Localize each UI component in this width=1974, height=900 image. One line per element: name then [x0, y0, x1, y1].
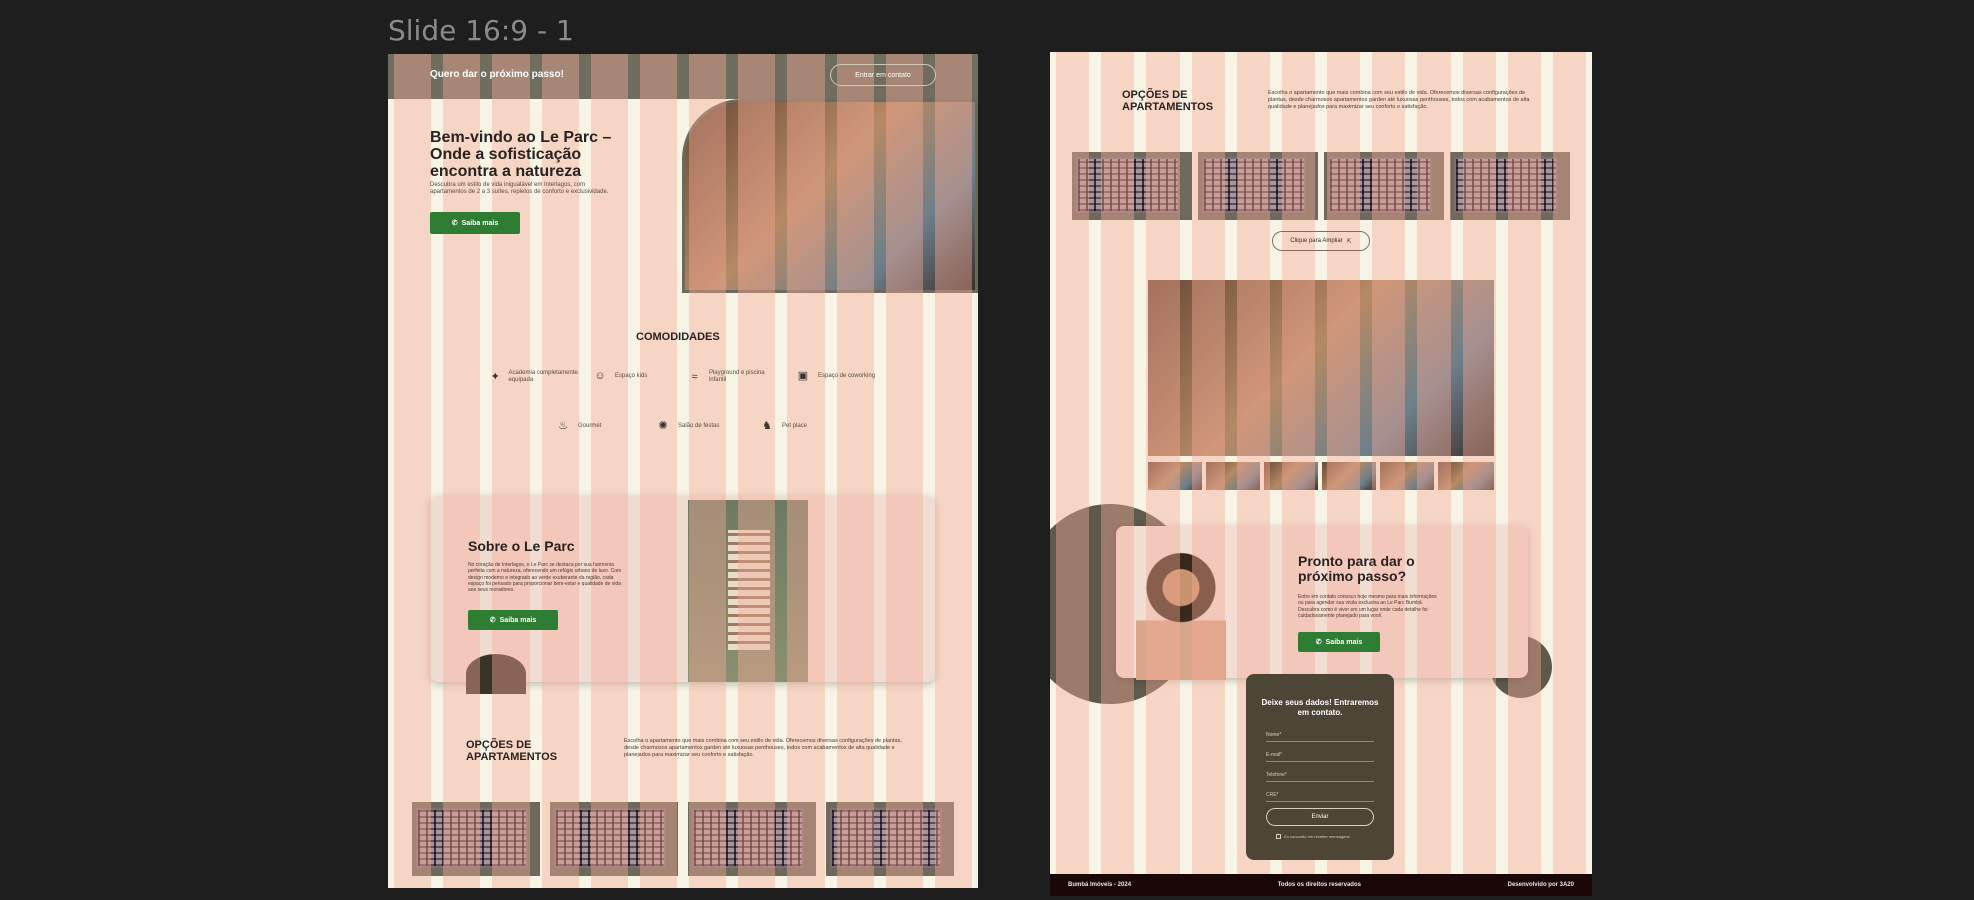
floorplan-card[interactable]: [1072, 152, 1192, 220]
about-title: Sobre o Le Parc: [468, 538, 575, 554]
amenity-label: Gourmet: [578, 423, 602, 429]
hero-text: Descubra um estilo de vida inigualável e…: [430, 182, 609, 196]
amenity-kids: ☺ Espaço kids: [593, 370, 663, 383]
name-field[interactable]: Nome*: [1266, 726, 1374, 742]
options-text: Escolha o apartamento que mais combina c…: [624, 738, 902, 759]
leaf-decoration: [466, 654, 526, 694]
zoom-button-label: Clique para Ampliar: [1290, 238, 1343, 244]
floorplan-card[interactable]: [550, 802, 678, 876]
gallery-thumb[interactable]: [1438, 462, 1494, 490]
hero-heading: Bem-vindo ao Le Parc – Onde a sofisticaç…: [430, 129, 612, 180]
pet-icon: ♞: [762, 420, 772, 432]
consent-checkbox[interactable]: Eu concordo em receber mensagens: [1276, 834, 1350, 839]
hero-lounge-image: [682, 99, 978, 293]
checkbox-icon: [1276, 834, 1281, 839]
artboard-landing-bottom[interactable]: OPÇÕES DE APARTAMENTOS Escolha o apartam…: [1050, 52, 1592, 896]
gallery-thumb[interactable]: [1148, 462, 1202, 490]
footer-center: Todos os direitos reservados: [1277, 882, 1361, 888]
about-text: No coração de Interlagos, o Le Parc se d…: [468, 562, 622, 593]
hero-button-label: Saiba mais: [461, 219, 499, 227]
options-title: OPÇÕES DE APARTAMENTOS: [1122, 89, 1214, 113]
building-graphic: [728, 530, 770, 650]
amenity-label: Espaço de coworking: [818, 373, 876, 379]
consent-label: Eu concordo em receber mensagens: [1284, 834, 1350, 839]
artboard-landing-top[interactable]: Quero dar o próximo passo! Entrar em con…: [388, 54, 978, 888]
kids-icon: ☺: [594, 370, 606, 382]
next-step-saiba-mais-button[interactable]: ✆ Saiba mais: [1298, 632, 1380, 652]
dumbbell-icon: ✦: [490, 370, 500, 383]
gallery-thumb[interactable]: [1322, 462, 1376, 490]
amenity-coworking: ▣ Espaço de coworking: [796, 370, 886, 383]
woman-portrait: [1136, 548, 1226, 680]
about-saiba-mais-button[interactable]: ✆ Saiba mais: [468, 610, 558, 630]
floorplan-card[interactable]: [688, 802, 816, 876]
floorplan-card[interactable]: [412, 802, 540, 876]
next-step-title: Pronto para dar o próximo passo?: [1298, 553, 1415, 585]
whatsapp-icon: ✆: [451, 220, 458, 227]
next-step-text: Entre em contato conosco hoje mesmo para…: [1298, 594, 1437, 619]
gallery-thumb[interactable]: [1264, 462, 1318, 490]
topbar-title: Quero dar o próximo passo!: [430, 69, 564, 80]
amenity-label: Academia completamente equipada: [508, 370, 578, 384]
gallery-thumb[interactable]: [1380, 462, 1434, 490]
email-field[interactable]: E-mail*: [1266, 746, 1374, 762]
cre-field[interactable]: CRE*: [1266, 786, 1374, 802]
amenity-label: Salão de festas: [678, 423, 720, 429]
pool-icon: ≈: [691, 370, 698, 383]
options-title: OPÇÕES DE APARTAMENTOS: [466, 739, 558, 763]
whatsapp-icon: ✆: [1315, 639, 1322, 646]
about-building-image: [688, 500, 808, 682]
party-icon: ✺: [658, 420, 668, 432]
footer: Bumbá Imóveis - 2024 Todos os direitos r…: [1050, 874, 1592, 896]
submit-button[interactable]: Enviar: [1266, 808, 1374, 826]
amenity-playground: ≈ Playground e piscina infantil: [688, 370, 778, 384]
phone-field[interactable]: Telefone*: [1266, 766, 1374, 782]
briefcase-icon: ▣: [797, 370, 809, 382]
amenity-label: Espaço kids: [615, 373, 648, 379]
amenity-gourmet: ♨ Gourmet: [556, 420, 626, 433]
zoom-button[interactable]: Clique para Ampliar ⇱: [1272, 231, 1370, 251]
floorplan-card[interactable]: [826, 802, 954, 876]
options-text: Escolha o apartamento que mais combina c…: [1268, 90, 1530, 111]
contact-button[interactable]: Entrar em contato: [830, 64, 936, 86]
footer-right: Desenvolvido por 3A20: [1507, 882, 1574, 888]
amenity-party: ✺ Salão de festas: [656, 420, 726, 433]
hero-saiba-mais-button[interactable]: ✆ Saiba mais: [430, 212, 520, 234]
footer-left: Bumbá Imóveis - 2024: [1068, 882, 1132, 888]
frame-label[interactable]: Slide 16:9 - 1: [388, 14, 574, 47]
floorplan-card[interactable]: [1450, 152, 1570, 220]
amenity-label: Pet place: [782, 423, 808, 429]
amenity-gym: ✦ Academia completamente equipada: [490, 370, 580, 384]
about-button-label: Saiba mais: [499, 616, 537, 624]
next-step-button-label: Saiba mais: [1325, 638, 1363, 646]
whatsapp-icon: ✆: [489, 617, 496, 624]
cursor-icon: ⇱: [1346, 238, 1352, 245]
form-title: Deixe seus dados! Entraremos em contato.: [1261, 698, 1379, 717]
amenity-pet: ♞ Pet place: [760, 420, 830, 433]
floorplan-card[interactable]: [1198, 152, 1318, 220]
gallery-thumb[interactable]: [1206, 462, 1260, 490]
gourmet-icon: ♨: [558, 420, 568, 432]
floorplan-card[interactable]: [1324, 152, 1444, 220]
amenity-label: Playground e piscina infantil: [708, 370, 765, 384]
amenities-title: COMODIDADES: [636, 331, 720, 343]
contact-form: Deixe seus dados! Entraremos em contato.…: [1246, 674, 1394, 860]
gourmet-area-image: [1148, 280, 1494, 456]
